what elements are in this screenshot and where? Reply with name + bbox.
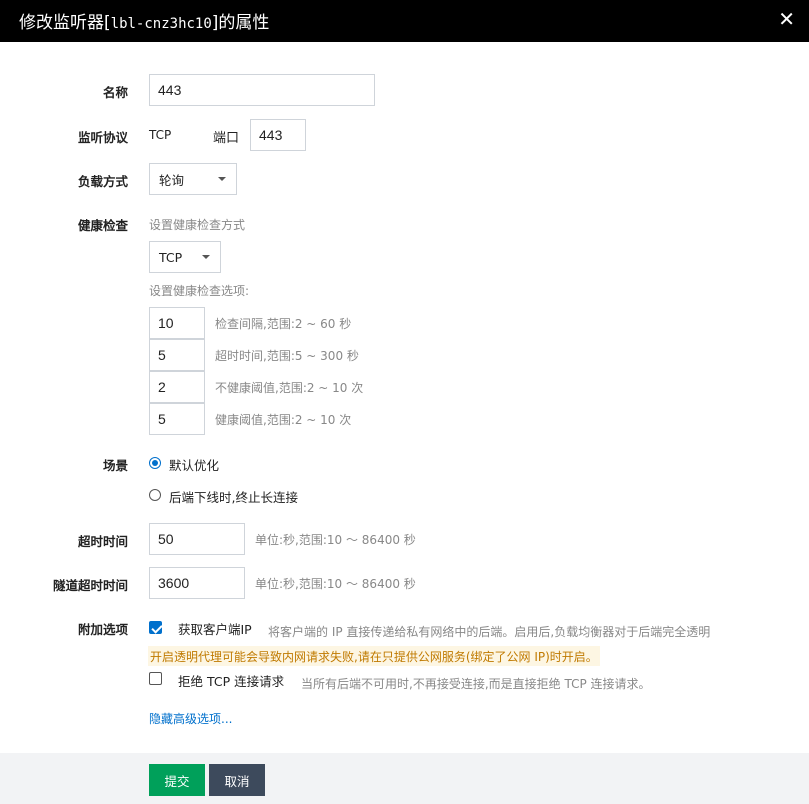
timeout-label: 超时时间 [77, 534, 128, 549]
timeout-input[interactable]: 50 [149, 523, 245, 555]
scene-default-label[interactable]: 默认优化 [169, 455, 219, 474]
scene-terminate-label[interactable]: 后端下线时,终止长连接 [169, 487, 298, 506]
health-method-hint: 设置健康检查方式 [149, 218, 246, 232]
client-ip-label[interactable]: 获取客户端IP [178, 619, 252, 638]
reject-tcp-label[interactable]: 拒绝 TCP 连接请求 [178, 671, 284, 690]
scene-terminate-radio[interactable] [149, 489, 161, 501]
port-label: 端口 [213, 131, 240, 146]
submit-button[interactable]: 提交 [149, 764, 205, 796]
transparent-proxy-warning: 开启透明代理可能会导致内网请求失败,请在只提供公网服务(绑定了公网 IP)时开启… [148, 646, 600, 666]
check-timeout-hint: 超时时间,范围:5 ~ 300 秒 [215, 349, 359, 363]
cancel-button[interactable]: 取消 [209, 764, 265, 796]
scene-label: 场景 [102, 458, 128, 473]
health-label: 健康检查 [77, 218, 128, 233]
healthy-threshold-hint: 健康阈值,范围:2 ~ 10 次 [215, 413, 352, 427]
balance-value: 轮询 [159, 172, 185, 188]
extra-label: 附加选项 [77, 622, 128, 637]
check-timeout-input[interactable]: 5 [149, 339, 205, 371]
health-options-hint: 设置健康检查选项: [149, 284, 250, 298]
health-method-select[interactable]: TCP [149, 241, 221, 273]
healthy-threshold-input[interactable]: 5 [149, 403, 205, 435]
health-method-value: TCP [159, 249, 183, 265]
chevron-down-icon [202, 255, 210, 259]
name-input[interactable]: 443 [149, 74, 375, 106]
balance-select[interactable]: 轮询 [149, 163, 237, 195]
protocol-value: TCP [149, 128, 172, 142]
scene-default-radio[interactable] [149, 457, 161, 469]
dialog-title: 修改监听器[lbl-cnz3hc10]的属性 [19, 8, 269, 33]
listener-id: lbl-cnz3hc10 [110, 16, 212, 32]
balance-label: 负载方式 [77, 174, 128, 189]
timeout-hint: 单位:秒,范围:10 ～ 86400 秒 [255, 533, 416, 547]
dialog-header: 修改监听器[lbl-cnz3hc10]的属性 ✕ [0, 0, 809, 42]
client-ip-checkbox[interactable] [149, 621, 162, 634]
unhealthy-threshold-hint: 不健康阈值,范围:2 ~ 10 次 [215, 381, 364, 395]
protocol-label: 监听协议 [77, 130, 128, 145]
unhealthy-threshold-input[interactable]: 2 [149, 371, 205, 403]
dialog-footer [0, 753, 809, 804]
check-interval-input[interactable]: 10 [149, 307, 205, 339]
reject-tcp-checkbox[interactable] [149, 672, 162, 685]
tunnel-timeout-hint: 单位:秒,范围:10 ～ 86400 秒 [255, 577, 416, 591]
chevron-down-icon [218, 177, 226, 181]
hide-advanced-link[interactable]: 隐藏高级选项... [149, 710, 232, 727]
title-suffix: ]的属性 [211, 13, 270, 33]
tunnel-timeout-input[interactable]: 3600 [149, 567, 245, 599]
reject-tcp-hint: 当所有后端不可用时,不再接受连接,而是直接拒绝 TCP 连接请求。 [301, 677, 651, 691]
close-icon[interactable]: ✕ [778, 7, 795, 31]
name-label: 名称 [102, 85, 128, 100]
port-input[interactable]: 443 [250, 119, 306, 151]
check-interval-hint: 检查间隔,范围:2 ~ 60 秒 [215, 317, 352, 331]
client-ip-hint: 将客户端的 IP 直接传递给私有网络中的后端。启用后,负载均衡器对于后端完全透明 [268, 625, 711, 639]
tunnel-timeout-label: 隧道超时时间 [52, 578, 128, 593]
title-prefix: 修改监听器[ [19, 13, 111, 33]
